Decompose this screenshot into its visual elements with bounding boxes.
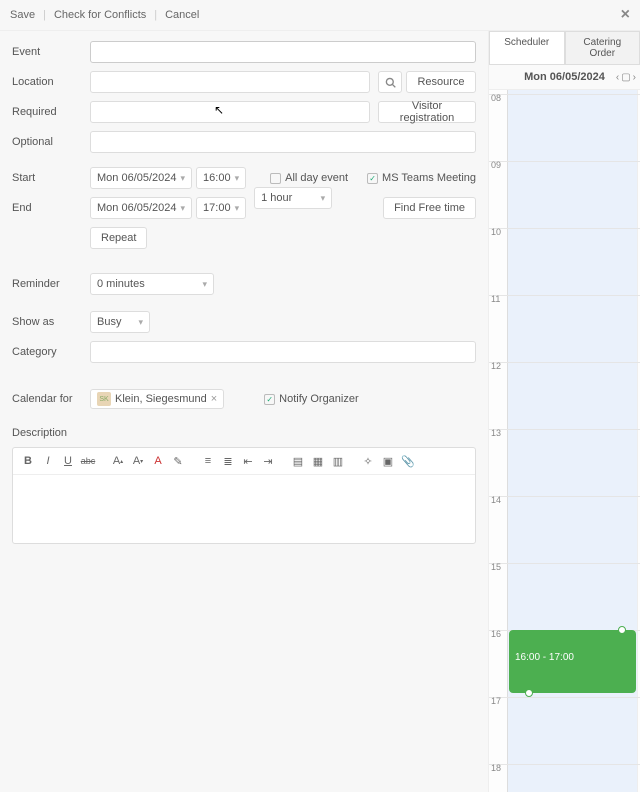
align-right-icon[interactable]: ▥ [329, 452, 347, 470]
align-left-icon[interactable]: ▤ [289, 452, 307, 470]
category-input[interactable] [90, 341, 476, 363]
optional-label: Optional [12, 136, 90, 148]
category-label: Category [12, 346, 90, 358]
find-free-time-button[interactable]: Find Free time [383, 197, 476, 219]
resource-button[interactable]: Resource [406, 71, 476, 93]
start-time-select[interactable]: 16:00▾ [196, 167, 246, 189]
scheduler-grid[interactable]: 08 09 10 11 12 13 14 15 16 17 18 16:00 - 17:00 [489, 90, 640, 792]
scheduler-date: Mon 06/05/2024 [524, 71, 605, 83]
next-day-icon[interactable]: › [633, 72, 636, 83]
indent-icon[interactable]: ⇥ [259, 452, 277, 470]
showas-select[interactable]: Busy▾ [90, 311, 150, 333]
close-icon[interactable]: × [621, 6, 630, 24]
hour-label: 13 [491, 428, 501, 438]
duration-select[interactable]: 1 hour▾ [254, 187, 332, 209]
strike-icon[interactable]: abc [79, 452, 97, 470]
hour-label: 18 [491, 763, 501, 773]
description-body[interactable] [13, 475, 475, 543]
person-chip[interactable]: SK Klein, Siegesmund × [90, 389, 224, 409]
tab-scheduler[interactable]: Scheduler [489, 31, 565, 64]
hour-label: 14 [491, 495, 501, 505]
location-input[interactable] [90, 71, 370, 93]
notify-organizer-checkbox[interactable]: ✓ Notify Organizer [264, 393, 358, 405]
editor-toolbar: B I U abc A▴ A▾ A ✎ ≡ ≣ ⇤ ⇥ ▤ ▦ ▥ ✧ [13, 448, 475, 475]
hour-label: 16 [491, 629, 501, 639]
hour-label: 08 [491, 93, 501, 103]
checkbox-icon: ✓ [367, 173, 378, 184]
chevron-down-icon: ▾ [202, 279, 207, 290]
bold-icon[interactable]: B [19, 452, 37, 470]
tab-catering[interactable]: Catering Order [565, 31, 640, 64]
search-icon[interactable] [378, 71, 402, 93]
end-label: End [12, 202, 90, 214]
required-label: Required [12, 106, 90, 118]
visitor-registration-button[interactable]: Visitor registration [378, 101, 476, 123]
underline-icon[interactable]: U [59, 452, 77, 470]
showas-label: Show as [12, 316, 90, 328]
font-increase-icon[interactable]: A▴ [109, 452, 127, 470]
remove-chip-icon[interactable]: × [211, 393, 217, 405]
hour-label: 11 [491, 294, 500, 304]
repeat-button[interactable]: Repeat [90, 227, 147, 249]
end-date-select[interactable]: Mon 06/05/2024▾ [90, 197, 192, 219]
allday-checkbox[interactable]: All day event [270, 172, 348, 184]
outdent-icon[interactable]: ⇤ [239, 452, 257, 470]
list-bullet-icon[interactable]: ≡ [199, 452, 217, 470]
event-input[interactable] [90, 41, 476, 63]
chevron-down-icon: ▾ [235, 203, 240, 214]
attach-icon[interactable]: 📎 [399, 452, 417, 470]
today-icon[interactable]: ▢ [621, 72, 630, 83]
font-decrease-icon[interactable]: A▾ [129, 452, 147, 470]
highlight-icon[interactable]: ✎ [169, 452, 187, 470]
hour-label: 12 [491, 361, 501, 371]
save-button[interactable]: Save [10, 9, 35, 21]
cancel-button[interactable]: Cancel [165, 9, 199, 21]
end-time-select[interactable]: 17:00▾ [196, 197, 246, 219]
chevron-down-icon: ▾ [321, 193, 326, 204]
prev-day-icon[interactable]: ‹ [616, 72, 619, 83]
scheduled-event[interactable]: 16:00 - 17:00 [509, 630, 636, 693]
chevron-down-icon: ▾ [138, 317, 143, 328]
start-date-select[interactable]: Mon 06/05/2024▾ [90, 167, 192, 189]
resize-handle[interactable] [618, 626, 626, 634]
chevron-down-icon: ▾ [181, 203, 186, 214]
hour-label: 15 [491, 562, 501, 572]
reminder-select[interactable]: 0 minutes▾ [90, 273, 214, 295]
calendarfor-label: Calendar for [12, 393, 90, 405]
hour-label: 17 [491, 696, 501, 706]
optional-input[interactable] [90, 131, 476, 153]
reminder-label: Reminder [12, 278, 90, 290]
list-number-icon[interactable]: ≣ [219, 452, 237, 470]
avatar: SK [97, 392, 111, 406]
clear-format-icon[interactable]: ✧ [359, 452, 377, 470]
event-label: Event [12, 46, 90, 58]
align-center-icon[interactable]: ▦ [309, 452, 327, 470]
chevron-down-icon: ▾ [235, 173, 240, 184]
chevron-down-icon: ▾ [181, 173, 186, 184]
hour-label: 09 [491, 160, 501, 170]
italic-icon[interactable]: I [39, 452, 57, 470]
separator: | [154, 9, 157, 21]
msteams-checkbox[interactable]: ✓ MS Teams Meeting [367, 172, 476, 184]
required-input[interactable] [90, 101, 370, 123]
checkbox-icon: ✓ [264, 394, 275, 405]
insert-image-icon[interactable]: ▣ [379, 452, 397, 470]
location-label: Location [12, 76, 90, 88]
font-color-icon[interactable]: A [149, 452, 167, 470]
description-editor: B I U abc A▴ A▾ A ✎ ≡ ≣ ⇤ ⇥ ▤ ▦ ▥ ✧ [12, 447, 476, 544]
hour-label: 10 [491, 227, 501, 237]
checkbox-icon [270, 173, 281, 184]
description-label: Description [12, 427, 90, 439]
separator: | [43, 9, 46, 21]
start-label: Start [12, 172, 90, 184]
resize-handle[interactable] [525, 689, 533, 697]
check-conflicts-button[interactable]: Check for Conflicts [54, 9, 146, 21]
